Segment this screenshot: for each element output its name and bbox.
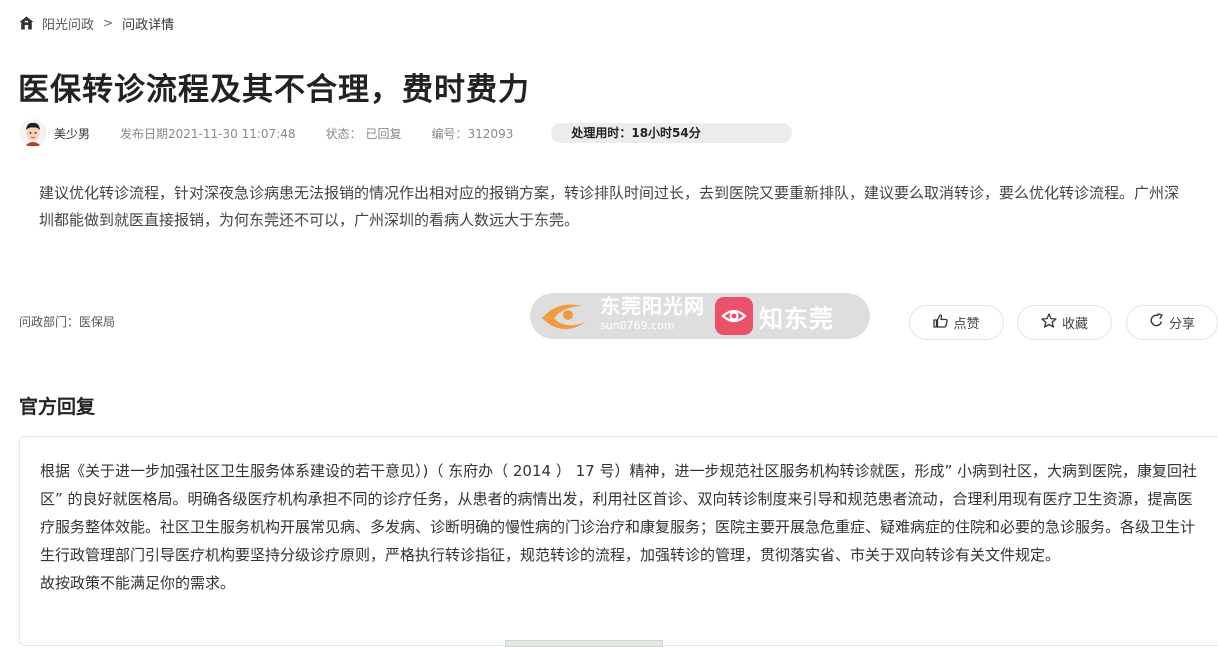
- watermark-site-name: 东莞阳光网: [600, 294, 705, 318]
- watermark-site-domain: sun0769.com: [600, 319, 675, 332]
- author-name[interactable]: 美少男: [54, 125, 90, 142]
- favorite-button[interactable]: 收藏: [1017, 305, 1112, 340]
- department: 问政部门：医保局: [19, 313, 115, 330]
- reply-heading: 官方回复: [19, 396, 96, 418]
- home-icon[interactable]: [19, 16, 34, 30]
- reply-paragraph: 根据《关于进一步加强社区卫生服务体系建设的若干意见）)（ 东府办（ 2014 ）…: [40, 462, 1197, 564]
- eye-logo-icon: [715, 297, 753, 335]
- avatar: [19, 119, 47, 147]
- watermark: 东莞阳光网 sun0769.com 知东莞: [530, 293, 870, 339]
- status-label: 状态：: [325, 126, 362, 141]
- publish-date: 发布日期2021-11-30 11:07:48: [120, 125, 295, 142]
- status: 状态： 已回复: [325, 125, 401, 142]
- status-value: 已回复: [365, 126, 402, 141]
- reply-body: 根据《关于进一步加强社区卫生服务体系建设的若干意见）)（ 东府办（ 2014 ）…: [40, 457, 1200, 597]
- page-title: 医保转诊流程及其不合理，费时费力: [18, 72, 530, 108]
- processing-time-label: 处理用时：: [571, 126, 632, 140]
- watermark-site: 东莞阳光网 sun0769.com: [600, 296, 705, 336]
- post-number: 编号：312093: [432, 125, 514, 142]
- post-number-value: 312093: [467, 126, 514, 141]
- breadcrumb-current: 问政详情: [122, 17, 175, 33]
- star-icon: [1041, 313, 1062, 332]
- chevron-right-icon: >: [103, 16, 114, 30]
- post-number-label: 编号：: [431, 126, 468, 141]
- question-body: 建议优化转诊流程，针对深夜急诊病患无法报销的情况作出相对应的报销方案，转诊排队时…: [39, 184, 1180, 229]
- publish-date-value: 2021-11-30 11:07:48: [168, 126, 296, 141]
- publish-date-label: 发布日期: [120, 126, 169, 141]
- favorite-label: 收藏: [1061, 317, 1088, 332]
- like-button[interactable]: 点赞: [909, 305, 1004, 340]
- breadcrumb: 阳光问政 > 问政详情: [19, 14, 175, 33]
- processing-time-value: 18小时54分: [631, 126, 701, 140]
- share-button[interactable]: 分享: [1126, 305, 1218, 340]
- breadcrumb-root-link[interactable]: 阳光问政: [42, 14, 94, 33]
- reply-paragraph: 故按政策不能满足你的需求。: [40, 574, 236, 592]
- share-icon: [1149, 313, 1169, 332]
- reply-box: 根据《关于进一步加强社区卫生服务体系建设的若干意见）)（ 东府办（ 2014 ）…: [19, 436, 1218, 646]
- thumbs-up-icon: [933, 313, 953, 332]
- like-label: 点赞: [953, 317, 980, 332]
- share-label: 分享: [1168, 317, 1195, 332]
- processing-time-badge: 处理用时：18小时54分: [551, 123, 793, 143]
- sun-logo-icon: [538, 296, 594, 336]
- attachment-image[interactable]: [505, 640, 663, 647]
- post-meta: 美少男 发布日期2021-11-30 11:07:48 状态： 已回复 编号：31…: [19, 118, 793, 148]
- department-name: 医保局: [79, 315, 116, 329]
- watermark-brand: 知东莞: [759, 304, 834, 333]
- department-label: 问政部门：: [19, 315, 80, 329]
